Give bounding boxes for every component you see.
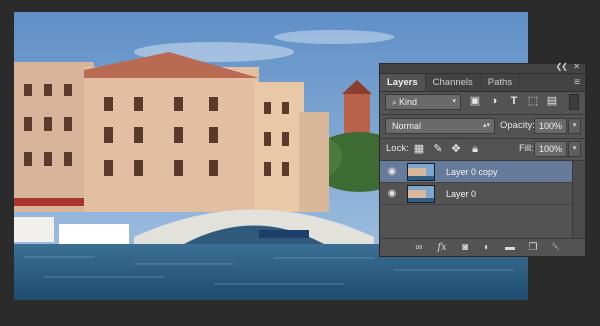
search-icon: ⌕ (392, 98, 397, 107)
mask-icon[interactable]: ◙ (458, 241, 472, 254)
image-filter-icon[interactable]: ▣ (468, 94, 482, 108)
tab-channels[interactable]: Channels (426, 74, 481, 91)
tab-paths[interactable]: Paths (481, 74, 521, 91)
filter-row: ⌕ Kind ▾ ▣ ◑ T ⬚ ▤ (380, 94, 585, 110)
chevron-updown-icon: ▴▾ (482, 122, 490, 129)
lock-row: Lock: ▦ ✎ ✥ 🔒︎ Fill: 100% ▾ (380, 141, 585, 157)
layer-row[interactable]: ◉ Layer 0 (380, 183, 573, 205)
layer-thumbnail (407, 163, 435, 181)
divider (380, 114, 585, 115)
eye-icon[interactable]: ◉ (386, 188, 398, 200)
shape-filter-icon[interactable]: ⬚ (526, 94, 540, 108)
layers-scrollbar[interactable] (572, 161, 585, 240)
trash-icon[interactable]: ␡ (549, 241, 563, 254)
layer-thumbnail (407, 185, 435, 203)
link-icon[interactable]: ∞ (412, 241, 426, 254)
lock-transparent-icon[interactable]: ▦ (412, 142, 426, 156)
blend-mode-select[interactable]: Normal ▴▾ (385, 118, 495, 134)
fill-input[interactable]: 100% (534, 141, 567, 157)
text-filter-icon[interactable]: T (507, 94, 521, 108)
close-icon[interactable]: ✕ (573, 62, 580, 71)
divider (380, 138, 585, 139)
filter-kind-label: Kind (399, 97, 418, 107)
layer-name: Layer 0 copy (446, 167, 498, 177)
layers-panel: ❮❮ ✕ Layers Channels Paths ≡ ⌕ Kind ▾ ▣ … (379, 62, 586, 257)
fx-icon[interactable]: fx (435, 241, 449, 254)
smart-object-filter-icon[interactable]: ▤ (545, 94, 559, 108)
layers-bottom-toolbar: ∞ fx ◙ ◐ ▬ ❐ ␡ (380, 238, 585, 256)
move-icon[interactable]: ✥ (449, 142, 463, 156)
blend-mode-value: Normal (392, 121, 422, 131)
opacity-slider-button[interactable]: ▾ (568, 118, 581, 134)
filter-kind-select[interactable]: ⌕ Kind ▾ (385, 94, 461, 110)
layers-list: ◉ Layer 0 copy ◉ Layer 0 (380, 161, 585, 240)
filter-toggle-switch[interactable] (569, 94, 579, 110)
layer-name: Layer 0 (446, 189, 477, 199)
opacity-label: Opacity: (500, 120, 535, 131)
brush-icon[interactable]: ✎ (431, 142, 445, 156)
half-circle-icon[interactable]: ◐ (480, 241, 494, 254)
panel-tabs: Layers Channels Paths ≡ (380, 74, 585, 92)
lock-label: Lock: (386, 143, 409, 154)
eye-icon[interactable]: ◉ (386, 166, 398, 178)
fill-slider-button[interactable]: ▾ (568, 141, 581, 157)
layer-row[interactable]: ◉ Layer 0 copy (380, 161, 573, 183)
new-layer-icon[interactable]: ❐ (526, 241, 540, 254)
fill-label: Fill: (519, 143, 534, 154)
folder-icon[interactable]: ▬ (503, 241, 517, 254)
panel-menu-icon[interactable]: ≡ (574, 74, 580, 91)
opacity-input[interactable]: 100% (534, 118, 567, 134)
lock-icon[interactable]: 🔒︎ (468, 142, 482, 156)
tab-layers[interactable]: Layers (380, 74, 426, 91)
double-chevron-icon[interactable]: ❮❮ (556, 62, 568, 71)
adjustment-filter-icon[interactable]: ◑ (487, 94, 501, 108)
chevron-down-icon: ▾ (452, 98, 456, 105)
blend-row: Normal ▴▾ Opacity: 100% ▾ (380, 118, 585, 134)
panel-titlebar: ❮❮ ✕ (380, 62, 585, 74)
